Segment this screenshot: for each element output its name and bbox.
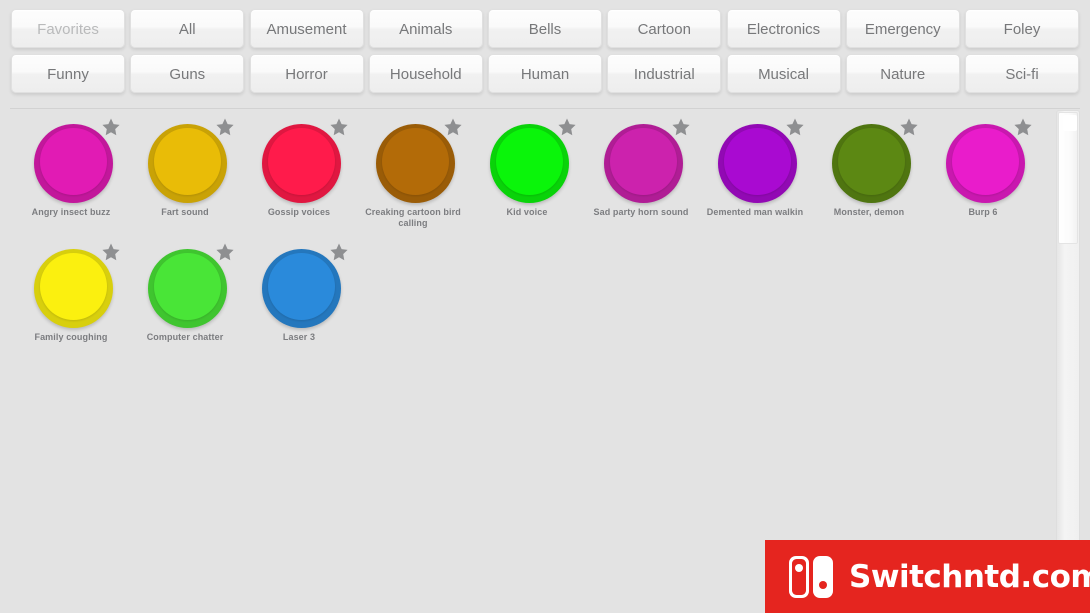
tab-cartoon[interactable]: Cartoon <box>607 9 722 48</box>
sound-label: Demented man walkin <box>706 207 804 217</box>
favorite-star-icon[interactable] <box>1012 116 1034 138</box>
sound-button-wrapper <box>242 241 356 333</box>
favorite-star-icon[interactable] <box>100 116 122 138</box>
favorite-star-icon[interactable] <box>328 241 350 263</box>
sound-label: Sad party horn sound <box>593 207 689 217</box>
sound-grid-viewport: Angry insect buzz Fart sound Gossip voices… <box>0 110 1048 613</box>
sound-cell[interactable]: Burp 6 <box>926 116 1040 229</box>
sound-button-wrapper <box>356 116 470 208</box>
sound-label: Burp 6 <box>968 207 998 217</box>
sound-cell[interactable]: Creaking cartoon bird calling <box>356 116 470 229</box>
tab-household[interactable]: Household <box>368 54 483 93</box>
content-divider <box>10 108 1080 109</box>
favorite-star-icon[interactable] <box>556 116 578 138</box>
sound-button-wrapper <box>128 241 242 333</box>
favorite-star-icon[interactable] <box>100 241 122 263</box>
tab-guns[interactable]: Guns <box>130 54 245 93</box>
sound-button-wrapper <box>242 116 356 208</box>
tab-nature[interactable]: Nature <box>845 54 960 93</box>
category-tab-row-2: Funny Guns Horror Household Human Industrial M… <box>0 54 1090 93</box>
category-tab-bar: Favorites All Amusement Animals Bells Cartoon… <box>0 0 1090 99</box>
sound-button-wrapper <box>926 116 1040 208</box>
sound-label: Monster, demon <box>833 207 905 217</box>
favorite-star-icon[interactable] <box>442 116 464 138</box>
sound-button-wrapper <box>470 116 584 208</box>
nintendo-switch-logo-icon <box>789 555 833 598</box>
tab-horror[interactable]: Horror <box>249 54 364 93</box>
favorite-star-icon[interactable] <box>328 116 350 138</box>
sound-cell[interactable]: Monster, demon <box>812 116 926 229</box>
sound-button-wrapper <box>584 116 698 208</box>
sound-label: Creaking cartoon bird calling <box>365 207 461 228</box>
sound-cell[interactable]: Gossip voices <box>242 116 356 229</box>
favorite-star-icon[interactable] <box>898 116 920 138</box>
sound-label: Laser 3 <box>282 332 316 342</box>
sound-button-wrapper <box>698 116 812 208</box>
sound-cell[interactable]: Laser 3 <box>242 241 356 343</box>
tab-sci-fi[interactable]: Sci-fi <box>965 54 1079 93</box>
sound-label: Angry insect buzz <box>31 207 111 217</box>
scrollbar-top-cap <box>1063 115 1077 131</box>
sound-label: Computer chatter <box>146 332 224 342</box>
sound-label: Gossip voices <box>267 207 331 217</box>
tab-funny[interactable]: Funny <box>11 54 125 93</box>
vertical-scrollbar-track[interactable] <box>1056 110 1080 607</box>
sound-cell[interactable]: Angry insect buzz <box>14 116 128 229</box>
tab-foley[interactable]: Foley <box>965 9 1079 48</box>
tab-electronics[interactable]: Electronics <box>726 9 841 48</box>
sound-label: Fart sound <box>161 207 209 217</box>
tab-animals[interactable]: Animals <box>368 9 483 48</box>
vertical-scrollbar-thumb[interactable] <box>1058 112 1078 244</box>
tab-bells[interactable]: Bells <box>488 9 602 48</box>
sound-label: Kid voice <box>506 207 548 217</box>
tab-musical[interactable]: Musical <box>726 54 841 93</box>
sound-cell[interactable]: Demented man walkin <box>698 116 812 229</box>
sound-cell[interactable]: Sad party horn sound <box>584 116 698 229</box>
tab-emergency[interactable]: Emergency <box>845 9 960 48</box>
favorite-star-icon[interactable] <box>670 116 692 138</box>
sound-cell[interactable]: Fart sound <box>128 116 242 229</box>
watermark-banner: Switchntd.com <box>765 540 1090 613</box>
sound-button-wrapper <box>14 241 128 333</box>
sound-cell[interactable]: Kid voice <box>470 116 584 229</box>
tab-favorites[interactable]: Favorites <box>11 9 125 48</box>
favorite-star-icon[interactable] <box>214 241 236 263</box>
sound-button-wrapper <box>128 116 242 208</box>
sound-button-wrapper <box>812 116 926 208</box>
favorite-star-icon[interactable] <box>214 116 236 138</box>
sound-cell[interactable]: Computer chatter <box>128 241 242 343</box>
category-tab-row-1: Favorites All Amusement Animals Bells Cartoon… <box>0 9 1090 48</box>
sound-cell[interactable]: Family coughing <box>14 241 128 343</box>
tab-amusement[interactable]: Amusement <box>249 9 364 48</box>
watermark-text: Switchntd.com <box>849 558 1090 595</box>
sound-grid: Angry insect buzz Fart sound Gossip voices… <box>0 110 1048 355</box>
sound-label: Family coughing <box>34 332 108 342</box>
favorite-star-icon[interactable] <box>784 116 806 138</box>
tab-all[interactable]: All <box>130 9 245 48</box>
tab-industrial[interactable]: Industrial <box>607 54 722 93</box>
sound-button-wrapper <box>14 116 128 208</box>
tab-human[interactable]: Human <box>488 54 602 93</box>
